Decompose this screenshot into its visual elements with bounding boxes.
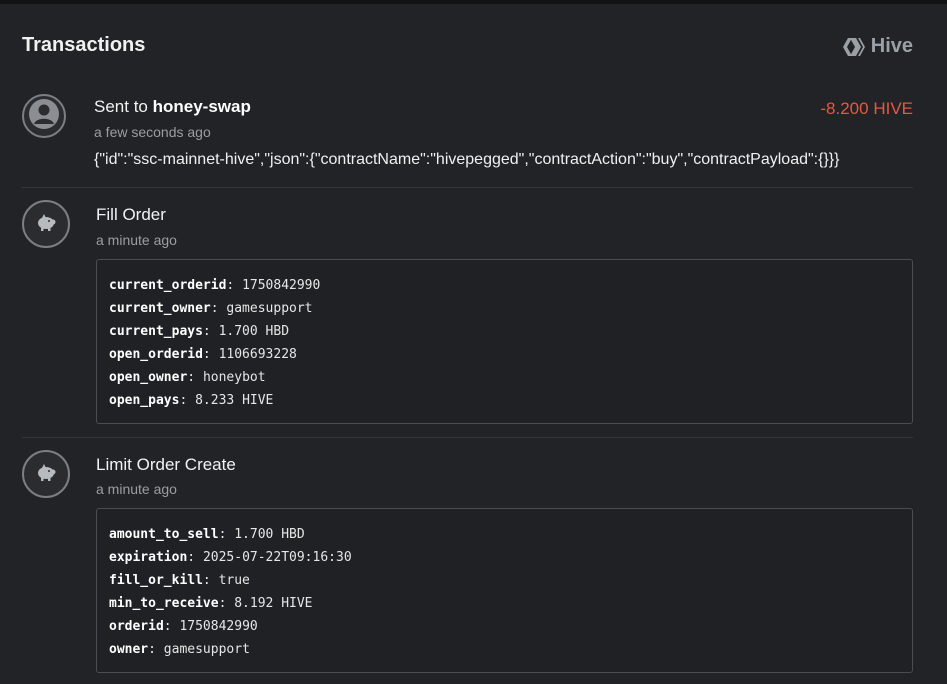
hive-brand-label: Hive bbox=[870, 35, 913, 57]
detail-row: orderid: 1750842990 bbox=[109, 619, 258, 634]
avatar bbox=[22, 200, 70, 248]
detail-row: current_orderid: 1750842990 bbox=[109, 278, 321, 293]
detail-row: expiration: 2025-07-22T09:16:30 bbox=[109, 550, 352, 565]
avatar bbox=[22, 450, 70, 498]
detail-row: open_pays: 8.233 HIVE bbox=[109, 393, 274, 408]
operation-details: amount_to_sell: 1.700 HBD expiration: 20… bbox=[96, 508, 913, 673]
detail-key: open_owner bbox=[109, 370, 188, 385]
detail-row: fill_or_kill: true bbox=[109, 573, 250, 588]
transactions-panel: Transactions Hive Sent to honey-swap -8.… bbox=[0, 4, 947, 684]
detail-row: current_owner: gamesupport bbox=[109, 301, 313, 316]
detail-key: current_pays bbox=[109, 324, 203, 339]
detail-row: min_to_receive: 8.192 HIVE bbox=[109, 596, 313, 611]
detail-row: current_pays: 1.700 HBD bbox=[109, 324, 290, 339]
avatar bbox=[22, 94, 66, 138]
hive-brand[interactable]: Hive bbox=[842, 35, 913, 58]
detail-row: open_owner: honeybot bbox=[109, 370, 266, 385]
detail-value: honeybot bbox=[202, 370, 266, 385]
detail-value: 2025-07-22T09:16:30 bbox=[202, 550, 352, 565]
transaction-item: Fill Order a minute ago current_orderid:… bbox=[22, 200, 913, 430]
title-prefix: Sent to bbox=[94, 97, 153, 116]
transaction-title: Sent to honey-swap bbox=[94, 97, 251, 117]
transaction-title: Limit Order Create bbox=[96, 455, 236, 474]
counterparty-link[interactable]: honey-swap bbox=[153, 97, 251, 116]
transaction-item: Limit Order Create a minute ago amount_t… bbox=[22, 450, 913, 680]
detail-key: open_pays bbox=[109, 393, 180, 408]
detail-key: amount_to_sell bbox=[109, 527, 219, 542]
detail-row: amount_to_sell: 1.700 HBD bbox=[109, 527, 305, 542]
detail-value: 1750842990 bbox=[242, 278, 321, 293]
detail-key: current_owner bbox=[109, 301, 211, 316]
detail-value: true bbox=[218, 573, 250, 588]
detail-row: owner: gamesupport bbox=[109, 642, 250, 657]
user-icon bbox=[28, 98, 60, 135]
detail-value: 1.700 HBD bbox=[218, 324, 290, 339]
detail-value: gamesupport bbox=[226, 301, 313, 316]
transaction-time: a minute ago bbox=[96, 481, 177, 497]
detail-key: orderid bbox=[109, 619, 164, 634]
transaction-item: Sent to honey-swap -8.200 HIVE a few sec… bbox=[22, 94, 913, 184]
detail-key: fill_or_kill bbox=[109, 573, 203, 588]
detail-value: 1106693228 bbox=[218, 347, 297, 362]
detail-key: owner bbox=[109, 642, 149, 657]
transaction-title: Fill Order bbox=[96, 205, 166, 224]
piggy-bank-icon bbox=[35, 213, 57, 236]
panel-header: Transactions Hive bbox=[22, 34, 913, 62]
detail-value: 8.233 HIVE bbox=[195, 393, 274, 408]
detail-key: expiration bbox=[109, 550, 188, 565]
detail-key: current_orderid bbox=[109, 278, 227, 293]
detail-key: open_orderid bbox=[109, 347, 203, 362]
page-title: Transactions bbox=[22, 34, 146, 56]
divider bbox=[22, 437, 913, 438]
transaction-amount: -8.200 HIVE bbox=[820, 99, 913, 118]
detail-value: 1750842990 bbox=[179, 619, 258, 634]
detail-row: open_orderid: 1106693228 bbox=[109, 347, 297, 362]
divider bbox=[22, 187, 913, 188]
transaction-memo: {"id":"ssc-mainnet-hive","json":{"contra… bbox=[94, 151, 840, 168]
hive-logo-icon bbox=[842, 37, 865, 56]
detail-value: 8.192 HIVE bbox=[234, 596, 313, 611]
detail-key: min_to_receive bbox=[109, 596, 219, 611]
transaction-time: a few seconds ago bbox=[94, 124, 211, 140]
detail-value: 1.700 HBD bbox=[234, 527, 305, 542]
operation-details: current_orderid: 1750842990 current_owne… bbox=[96, 259, 913, 424]
transaction-time: a minute ago bbox=[96, 232, 177, 248]
piggy-bank-icon bbox=[35, 463, 57, 486]
detail-value: gamesupport bbox=[163, 642, 250, 657]
